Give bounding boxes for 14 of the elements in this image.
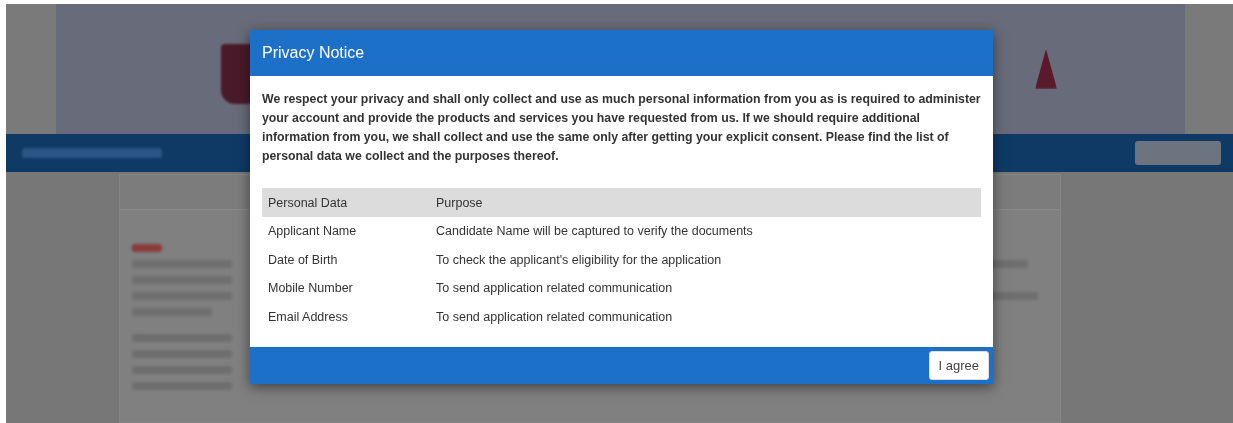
table-cell-text: Email Address	[267, 308, 349, 326]
table-cell-text: Mobile Number	[267, 280, 354, 298]
table-cell: Candidate Name will be captured to verify the documents	[430, 217, 981, 246]
table-cell-text: To check the applicant's eligibility for the application	[435, 251, 723, 269]
table-cell: Applicant Name	[262, 217, 430, 246]
table-cell-text: To send application related communication	[435, 280, 674, 298]
table-cell-text: Date of Birth	[267, 251, 339, 269]
table-cell-text: To send application related communication	[435, 308, 674, 326]
agree-button[interactable]: I agree	[928, 351, 989, 380]
dialog-title: Privacy Notice	[262, 44, 365, 62]
column-header: Personal Data	[262, 188, 430, 217]
blurred-text-line	[131, 244, 162, 252]
privacy-statement: We respect your privacy and shall only collect and use as much personal information from you as is required to administer your account and provide the products and services you have requested from us. If we should require additional information from you, we shall collect and use the same only after getting your explicit consent. Please find the list of personal data we collect and the purposes thereof.	[262, 91, 981, 165]
column-header: Purpose	[430, 188, 981, 217]
